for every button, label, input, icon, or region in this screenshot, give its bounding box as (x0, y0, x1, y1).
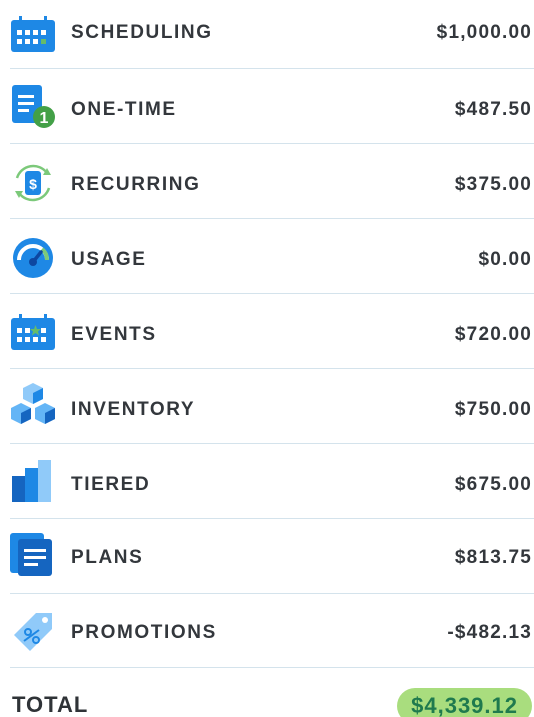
line-item-amount: $0.00 (478, 249, 532, 270)
line-item-scheduling[interactable]: SCHEDULING $1,000.00 (0, 0, 534, 75)
total-row: TOTAL $4,339.12 (0, 680, 534, 717)
line-item-amount: $375.00 (454, 174, 532, 195)
line-item-amount: $1,000.00 (436, 22, 532, 43)
line-items-list: SCHEDULING $1,000.00 1 ONE-TIME $487.50 (0, 0, 534, 717)
svg-text:1: 1 (40, 110, 49, 127)
row-divider (10, 667, 534, 668)
line-item-label: PLANS (71, 547, 144, 568)
recurring-dollar-icon: $ (8, 160, 58, 206)
svg-text:$: $ (29, 176, 37, 192)
calendar-icon (8, 10, 58, 56)
line-item-label: PROMOTIONS (71, 622, 217, 643)
line-item-label: RECURRING (71, 174, 201, 195)
line-item-one-time[interactable]: 1 ONE-TIME $487.50 (0, 69, 534, 144)
line-item-usage[interactable]: USAGE $0.00 (0, 219, 534, 294)
line-item-inventory[interactable]: INVENTORY $750.00 (0, 369, 534, 444)
line-item-amount: $675.00 (454, 474, 532, 495)
line-item-label: EVENTS (71, 324, 157, 345)
line-item-label: TIERED (71, 474, 151, 495)
line-item-label: ONE-TIME (71, 99, 177, 120)
gauge-icon (8, 235, 58, 281)
line-item-amount: $487.50 (454, 99, 532, 120)
line-item-label: SCHEDULING (71, 22, 213, 43)
total-amount-badge: $4,339.12 (397, 688, 532, 717)
line-item-label: INVENTORY (71, 399, 196, 420)
line-item-amount: -$482.13 (447, 622, 532, 643)
line-item-amount: $813.75 (454, 547, 532, 568)
line-item-events[interactable]: EVENTS $720.00 (0, 294, 534, 369)
line-item-amount: $750.00 (454, 399, 532, 420)
line-item-tiered[interactable]: TIERED $675.00 (0, 444, 534, 519)
promo-tag-icon (8, 610, 58, 656)
one-time-document-icon: 1 (8, 83, 58, 129)
line-item-promotions[interactable]: PROMOTIONS -$482.13 (0, 594, 534, 669)
line-item-plans[interactable]: PLANS $813.75 (0, 519, 534, 594)
tiered-bars-icon (8, 458, 58, 504)
line-item-amount: $720.00 (454, 324, 532, 345)
event-calendar-icon (8, 308, 58, 354)
total-label: TOTAL (12, 692, 89, 717)
cubes-icon (8, 381, 58, 427)
line-item-recurring[interactable]: $ RECURRING $375.00 (0, 144, 534, 219)
plans-stack-icon (8, 531, 58, 577)
line-item-label: USAGE (71, 249, 147, 270)
